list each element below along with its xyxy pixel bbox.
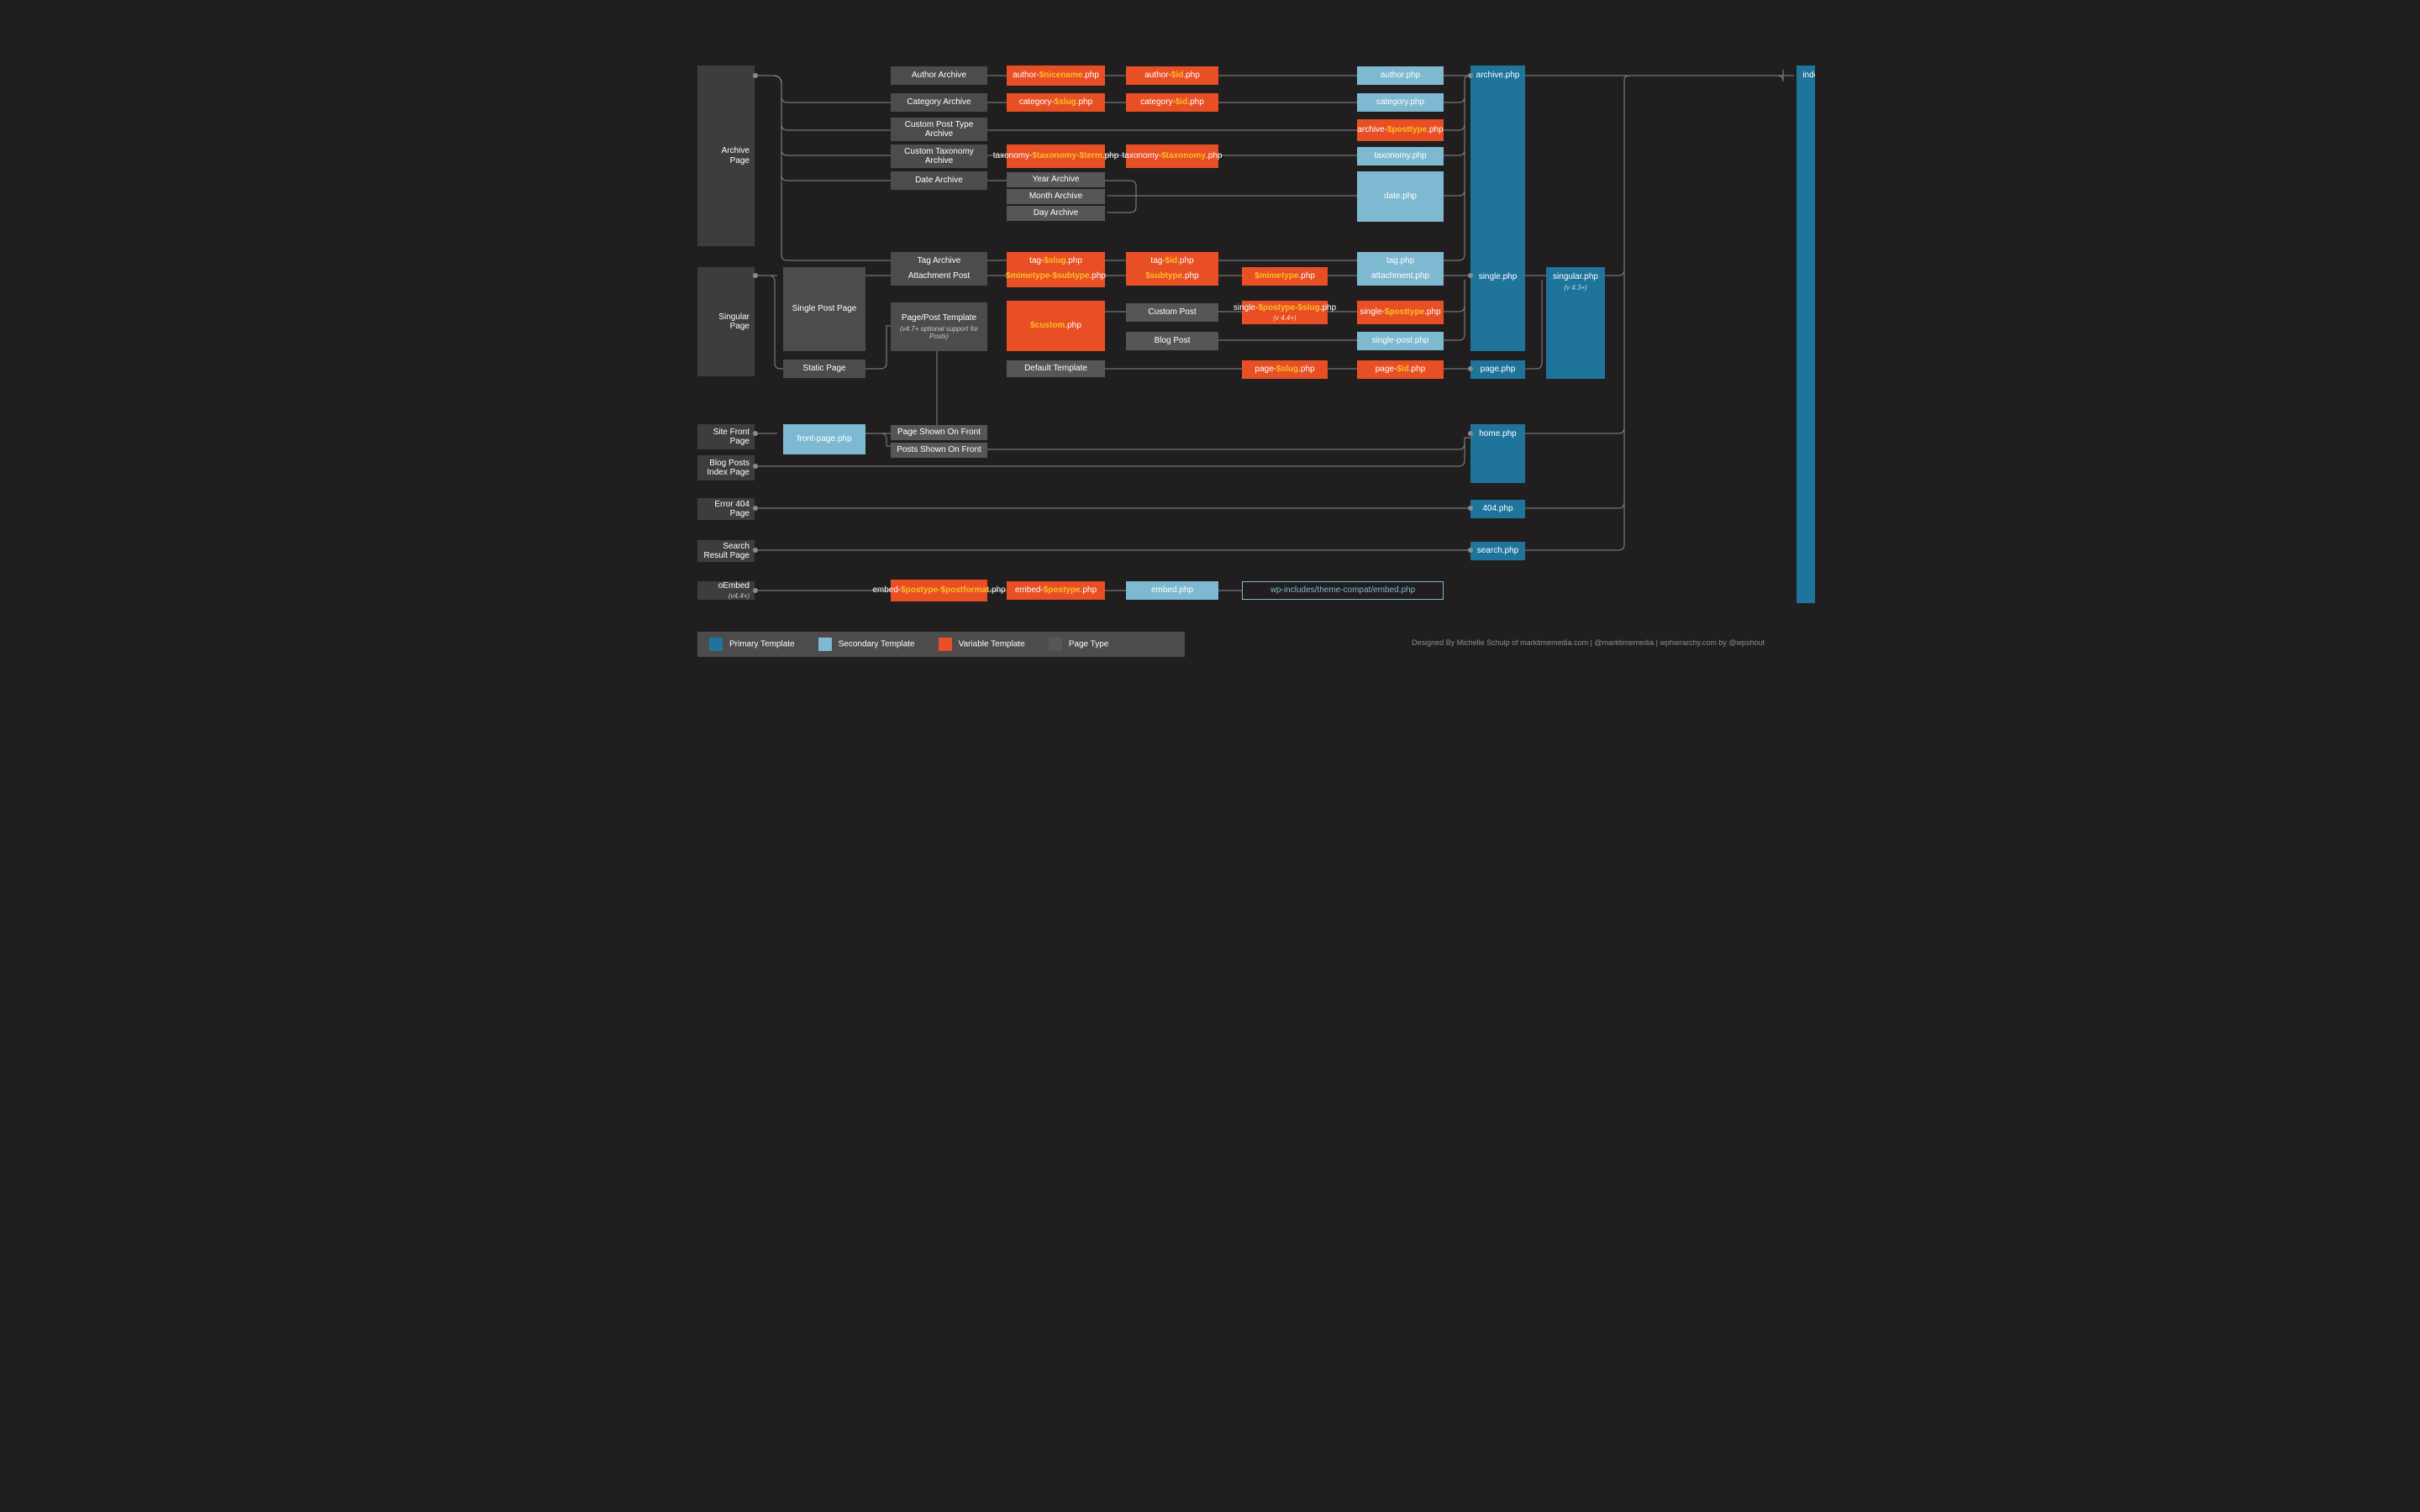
tpl-embed-compat: wp-includes/theme-compat/embed.php — [1242, 581, 1444, 600]
credit-line: Designed By Michelle Schulp of marktimem… — [1412, 638, 1765, 647]
tpl-index-final: index.php — [1797, 66, 1815, 603]
node-day-archive: Day Archive — [1007, 206, 1105, 221]
tpl-home: home.php — [1470, 424, 1525, 483]
page-type-oembed: oEmbed(v4.4+) — [697, 581, 755, 600]
page-type-archive: Archive Page — [697, 66, 755, 246]
tpl-author-nicename: author-$nicename.php — [1007, 66, 1105, 86]
node-year-archive: Year Archive — [1007, 172, 1105, 187]
tpl-single-postype-slug: single-$postype-$slug.php(v 4.4+) — [1242, 301, 1328, 324]
node-static-page: Static Page — [783, 360, 865, 378]
tpl-singular: singular.php(v 4.3+) — [1546, 267, 1605, 379]
tpl-single: single.php — [1470, 267, 1525, 351]
node-date-archive: Date Archive — [891, 171, 987, 190]
tpl-search: search.php — [1470, 542, 1525, 560]
node-custom-post: Custom Post — [1126, 303, 1218, 322]
tpl-author-id: author-$id.php — [1126, 66, 1218, 85]
tpl-category: category.php — [1357, 93, 1444, 112]
tpl-single-post: single-post.php — [1357, 332, 1444, 350]
tpl-date: date.php — [1357, 171, 1444, 222]
tpl-archive: archive.php — [1470, 66, 1525, 271]
node-ctax-archive: Custom Taxonomy Archive — [891, 144, 987, 168]
node-posts-on-front: Posts Shown On Front — [891, 443, 987, 458]
node-category-archive: Category Archive — [891, 93, 987, 112]
tpl-embed: embed.php — [1126, 581, 1218, 600]
tpl-custom: $custom.php — [1007, 301, 1105, 351]
node-month-archive: Month Archive — [1007, 189, 1105, 204]
node-author-archive: Author Archive — [891, 66, 987, 85]
tpl-front-page: front-page.php — [783, 424, 865, 454]
tpl-taxonomy-php: taxonomy.php — [1357, 147, 1444, 165]
tpl-embed-postype-postformat: embed-$postype-$postformat.php — [891, 580, 987, 601]
node-page-on-front: Page Shown On Front — [891, 425, 987, 440]
node-page-post-template: Page/Post Template(v4.7+ optional suppor… — [891, 302, 987, 351]
tpl-page: page.php — [1470, 360, 1525, 379]
node-single-post-page: Single Post Page — [783, 267, 865, 351]
page-type-blogindex: Blog Posts Index Page — [697, 455, 755, 480]
tpl-taxonomy: taxonomy-$taxonomy.php — [1126, 144, 1218, 168]
legend: Primary Template Secondary Template Vari… — [697, 632, 1185, 657]
tpl-taxonomy-term: taxonomy-$taxonomy-$term.php — [1007, 144, 1105, 168]
tpl-mimetype-subtype: $mimetype-$subtype.php — [1007, 265, 1105, 287]
node-cpt-archive: Custom Post Type Archive — [891, 118, 987, 141]
page-type-404: Error 404 Page — [697, 498, 755, 520]
tpl-mimetype: $mimetype.php — [1242, 267, 1328, 286]
tpl-single-posttype: single-$posttype.php — [1357, 301, 1444, 324]
page-type-singular: Singular Page — [697, 267, 755, 376]
tpl-attachment: attachment.php — [1357, 267, 1444, 286]
tpl-404: 404.php — [1470, 500, 1525, 518]
tpl-category-slug: category-$slug.php — [1007, 93, 1105, 112]
tpl-category-id: category-$id.php — [1126, 93, 1218, 112]
page-type-sitefront: Site Front Page — [697, 424, 755, 449]
node-attachment-post: Attachment Post — [891, 267, 987, 286]
tpl-page-id: page-$id.php — [1357, 360, 1444, 379]
tpl-subtype: $subtype.php — [1126, 267, 1218, 286]
page-type-search: Search Result Page — [697, 540, 755, 562]
node-blog-post: Blog Post — [1126, 332, 1218, 350]
tpl-archive-posttype: archive-$posttype.php — [1357, 119, 1444, 141]
tpl-author: author.php — [1357, 66, 1444, 85]
node-default-template: Default Template — [1007, 360, 1105, 377]
tpl-embed-postype: embed-$postype.php — [1007, 581, 1105, 600]
tpl-page-slug: page-$slug.php — [1242, 360, 1328, 379]
